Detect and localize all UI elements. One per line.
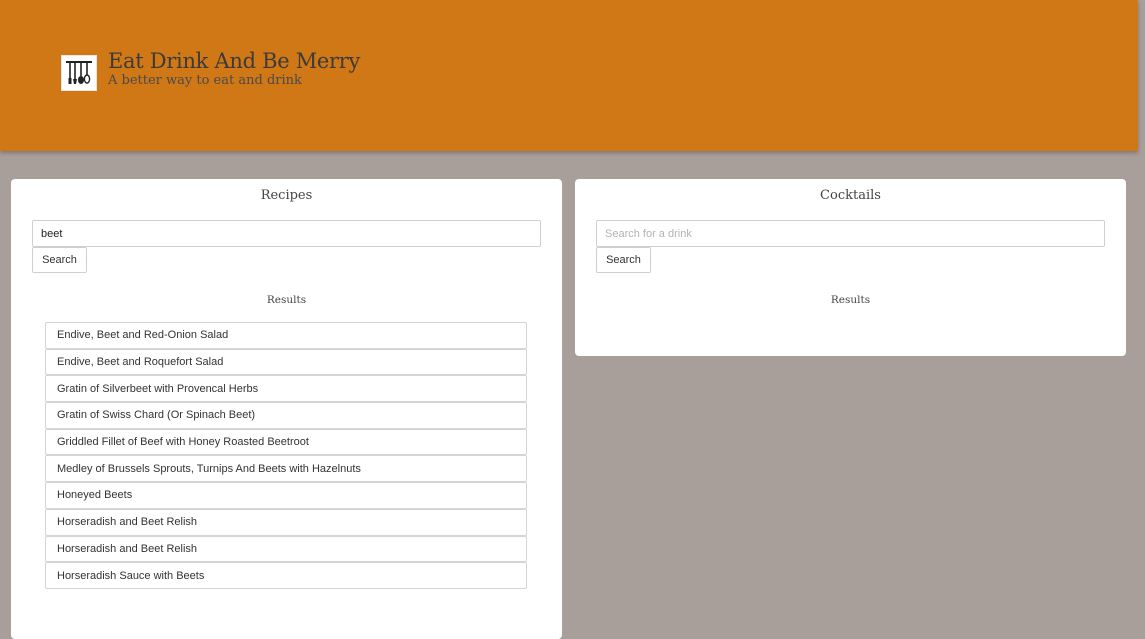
- recipe-result-item[interactable]: Honeyed Beets: [45, 482, 527, 509]
- recipes-search-button[interactable]: Search: [32, 247, 87, 273]
- recipes-results-list: Endive, Beet and Red-Onion Salad Endive,…: [45, 322, 527, 589]
- recipe-result-item[interactable]: Endive, Beet and Red-Onion Salad: [45, 322, 527, 349]
- site-subtitle: A better way to eat and drink: [108, 73, 302, 88]
- cocktails-search-input[interactable]: [596, 220, 1105, 247]
- recipe-result-item[interactable]: Gratin of Silverbeet with Provencal Herb…: [45, 375, 527, 403]
- recipe-result-item[interactable]: Medley of Brussels Sprouts, Turnips And …: [45, 455, 527, 483]
- cocktails-title: Cocktails: [820, 188, 881, 203]
- cocktails-card: Cocktails Search Results: [575, 179, 1126, 356]
- recipes-results-label: Results: [266, 294, 307, 306]
- recipes-title: Recipes: [260, 188, 313, 203]
- kitchen-utensils-icon: [61, 55, 97, 91]
- recipe-result-item[interactable]: Horseradish and Beet Relish: [45, 508, 527, 536]
- recipe-result-item[interactable]: Horseradish Sauce with Beets: [45, 562, 527, 589]
- recipes-card: Recipes Search Results Endive, Beet and …: [11, 179, 562, 639]
- recipe-result-item[interactable]: Endive, Beet and Roquefort Salad: [45, 348, 527, 376]
- recipe-result-item[interactable]: Griddled Fillet of Beef with Honey Roast…: [45, 428, 527, 456]
- cocktails-results-label: Results: [830, 294, 871, 306]
- brand[interactable]: Eat Drink And Be Merry A better way to e…: [61, 48, 360, 91]
- site-header: Eat Drink And Be Merry A better way to e…: [0, 0, 1138, 151]
- cocktails-search-button[interactable]: Search: [596, 247, 651, 273]
- recipes-search-input[interactable]: [32, 220, 541, 247]
- recipe-result-item[interactable]: Horseradish and Beet Relish: [45, 535, 527, 563]
- recipe-result-item[interactable]: Gratin of Swiss Chard (Or Spinach Beet): [45, 402, 527, 429]
- site-title: Eat Drink And Be Merry: [108, 49, 361, 73]
